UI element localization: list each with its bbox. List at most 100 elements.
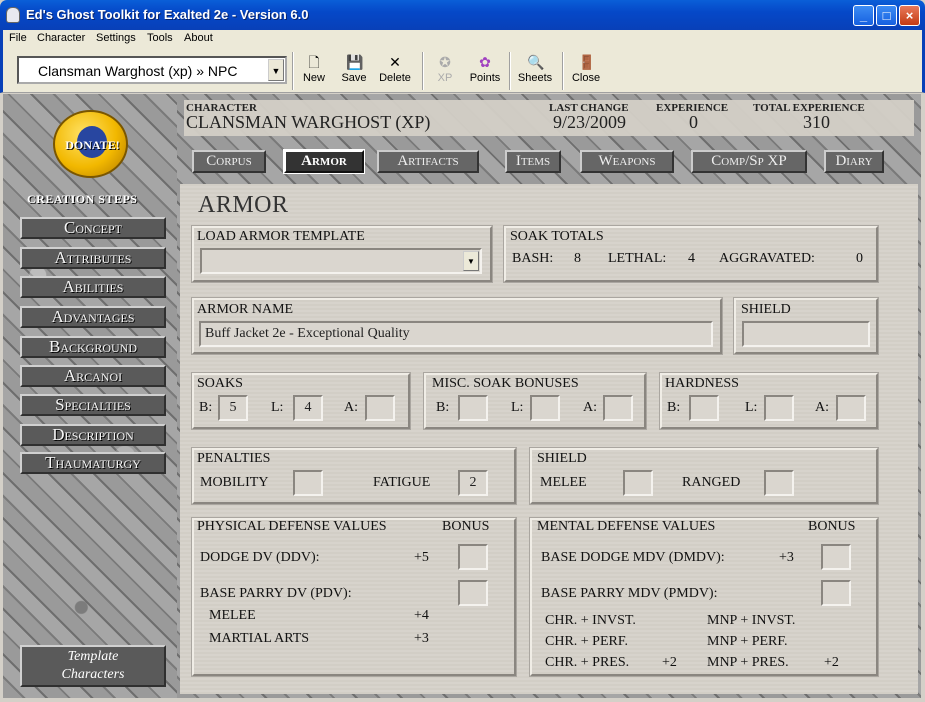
points-button[interactable]: ✿ Points: [467, 52, 503, 90]
menu-bar: File Character Settings Tools About: [0, 30, 925, 48]
soak-a-input[interactable]: [365, 395, 395, 421]
hardness-a-input[interactable]: [836, 395, 866, 421]
minimize-button[interactable]: _: [853, 5, 874, 26]
penalties-label: PENALTIES: [197, 451, 271, 466]
close-button[interactable]: 🚪 Close: [569, 52, 603, 90]
tab-comp-sp-xp[interactable]: Comp/Sp XP: [691, 150, 807, 173]
step-abilities-button[interactable]: Abilities: [20, 276, 166, 298]
armor-name-input[interactable]: Buff Jacket 2e - Exceptional Quality: [199, 321, 713, 347]
bash-label: BASH:: [512, 251, 554, 266]
parry-dv-bonus-input[interactable]: [458, 580, 488, 606]
creation-steps-heading: CREATION STEPS: [27, 192, 138, 206]
dodge-mdv-bonus-input[interactable]: [821, 544, 851, 570]
mnp-pres-value: +2: [824, 655, 839, 670]
tab-diary[interactable]: Diary: [824, 150, 884, 173]
shield-ranged-input[interactable]: [764, 470, 794, 496]
shield-melee-input[interactable]: [623, 470, 653, 496]
new-button[interactable]: 🗋 New: [299, 52, 329, 90]
menu-about[interactable]: About: [184, 32, 213, 44]
title-bar: Ed's Ghost Toolkit for Exalted 2e - Vers…: [0, 0, 925, 30]
tab-weapons[interactable]: Weapons: [580, 150, 674, 173]
tab-artifacts[interactable]: Artifacts: [377, 150, 479, 173]
tab-armor[interactable]: Armor: [283, 149, 365, 174]
soaks-label: SOAKS: [197, 376, 243, 391]
character-select[interactable]: Clansman Warghost (xp) » NPC ▼: [17, 56, 287, 84]
new-document-icon: 🗋: [308, 54, 320, 70]
step-attributes-button[interactable]: Attributes: [20, 247, 166, 269]
chr-pres-label: CHR. + PRES.: [545, 655, 630, 670]
donate-label: DONATE!: [65, 138, 120, 152]
fatigue-input[interactable]: 2: [458, 470, 488, 496]
dodge-dv-bonus-input[interactable]: [458, 544, 488, 570]
step-thaumaturgy-button[interactable]: Thaumaturgy: [20, 452, 166, 474]
parry-mdv-bonus-input[interactable]: [821, 580, 851, 606]
soak-l-label: L:: [271, 400, 284, 415]
step-specialties-button[interactable]: Specialties: [20, 394, 166, 416]
soak-l-input[interactable]: 4: [293, 395, 323, 421]
chr-perf-label: CHR. + PERF.: [545, 634, 629, 649]
page-title: ARMOR: [198, 192, 289, 218]
close-button-label: Close: [571, 72, 601, 84]
step-advantages-button[interactable]: Advantages: [20, 306, 166, 328]
donate-button[interactable]: DONATE!: [53, 110, 128, 178]
parry-mdv-label: BASE PARRY MDV (PMDV):: [541, 586, 718, 601]
tab-items[interactable]: Items: [505, 150, 561, 173]
load-template-select[interactable]: ▼: [200, 248, 482, 274]
sheets-button-label: Sheets: [517, 72, 553, 84]
aggravated-label: AGGRAVATED:: [719, 251, 815, 266]
mnp-perf-label: MNP + PERF.: [707, 634, 788, 649]
hardness-l-label: L:: [745, 400, 758, 415]
menu-character[interactable]: Character: [37, 32, 85, 44]
delete-button[interactable]: ✕ Delete: [375, 52, 415, 90]
mnp-pres-label: MNP + PRES.: [707, 655, 789, 670]
step-description-button[interactable]: Description: [20, 424, 166, 446]
chevron-down-icon[interactable]: ▼: [463, 251, 479, 271]
template-characters-button[interactable]: Template Characters: [20, 645, 166, 687]
step-background-button[interactable]: Background: [20, 336, 166, 358]
step-arcanoi-button[interactable]: Arcanoi: [20, 365, 166, 387]
load-template-label: LOAD ARMOR TEMPLATE: [197, 229, 365, 244]
total-experience-value: 310: [803, 112, 830, 132]
step-concept-button[interactable]: Concept: [20, 217, 166, 239]
ghost-app-icon: [6, 7, 20, 23]
sheets-button[interactable]: 🔍 Sheets: [515, 52, 555, 90]
mobility-input[interactable]: [293, 470, 323, 496]
chevron-down-icon[interactable]: ▼: [268, 59, 284, 81]
dodge-mdv-label: BASE DODGE MDV (DMDV):: [541, 550, 725, 565]
misc-l-input[interactable]: [530, 395, 560, 421]
last-change-value: 9/23/2009: [553, 112, 627, 132]
hardness-l-input[interactable]: [764, 395, 794, 421]
toolbar-separator: [422, 52, 424, 90]
tab-corpus[interactable]: Corpus: [192, 150, 266, 173]
soak-b-input[interactable]: 5: [218, 395, 248, 421]
window-title: Ed's Ghost Toolkit for Exalted 2e - Vers…: [26, 7, 309, 22]
save-button-label: Save: [341, 72, 367, 84]
misc-b-input[interactable]: [458, 395, 488, 421]
new-button-label: New: [302, 72, 325, 84]
xp-icon: ✪: [439, 54, 451, 70]
dodge-dv-value: +5: [414, 550, 429, 565]
misc-a-input[interactable]: [603, 395, 633, 421]
hardness-b-input[interactable]: [689, 395, 719, 421]
dodge-dv-label: DODGE DV (DDV):: [200, 550, 320, 565]
toolbar-separator: [509, 52, 511, 90]
experience-value: 0: [689, 112, 698, 132]
save-button[interactable]: 💾 Save: [339, 52, 369, 90]
menu-file[interactable]: File: [9, 32, 27, 44]
hardness-b-label: B:: [667, 400, 681, 415]
hardness-label: HARDNESS: [665, 376, 739, 391]
mental-defense-label: MENTAL DEFENSE VALUES: [537, 519, 716, 534]
shield-input[interactable]: [742, 321, 870, 347]
misc-l-label: L:: [511, 400, 524, 415]
mobility-label: MOBILITY: [200, 475, 269, 490]
menu-tools[interactable]: Tools: [147, 32, 173, 44]
misc-b-label: B:: [436, 400, 450, 415]
maximize-button[interactable]: □: [876, 5, 897, 26]
parry-melee-label: MELEE: [209, 608, 256, 623]
fatigue-label: FATIGUE: [373, 475, 431, 490]
exit-door-icon: 🚪: [578, 54, 596, 70]
menu-settings[interactable]: Settings: [96, 32, 136, 44]
close-window-button[interactable]: ×: [899, 5, 920, 26]
hardness-a-label: A:: [815, 400, 829, 415]
xp-button[interactable]: ✪ XP: [431, 52, 459, 90]
